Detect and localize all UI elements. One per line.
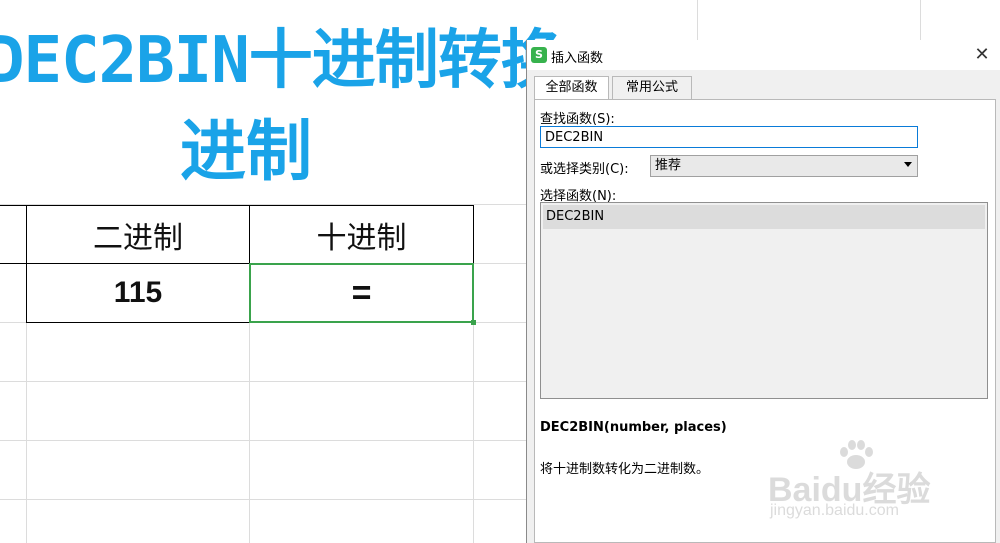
function-list[interactable]: DEC2BIN [540,202,988,399]
sheet-title-line1: DEC2BIN十进制转换 [0,24,565,98]
function-signature: DEC2BIN(number, places) [540,420,727,435]
function-description: 将十进制数转化为二进制数。 [540,462,710,477]
header-cell-decimal[interactable]: 十进制 [249,205,474,264]
tab-common-formulas[interactable]: 常用公式 [612,76,692,99]
sheet-title-line2: 进制 [180,113,312,190]
wps-spreadsheet-icon: S [531,47,547,63]
value-cell-binary[interactable]: 115 [26,263,250,323]
dropdown-arrow-icon [904,162,912,167]
close-button[interactable]: ✕ [971,44,993,66]
baidu-watermark: Baidu经验 jingyan.baidu.com [760,440,960,530]
tab-all-functions[interactable]: 全部函数 [534,76,609,100]
gridline [920,0,921,40]
header-cell-binary[interactable]: 二进制 [26,205,250,264]
dialog-titlebar[interactable]: S 插入函数 ✕ [527,40,1000,70]
search-input[interactable] [540,126,918,148]
list-item[interactable]: DEC2BIN [543,205,985,229]
active-cell-decimal[interactable]: = [249,263,474,323]
category-select-value: 推荐 [655,158,682,173]
gridline [697,0,698,40]
dialog-title: 插入函数 [551,51,604,66]
fill-handle[interactable] [471,320,476,325]
search-label: 查找函数(S): [540,112,615,127]
category-select[interactable]: 推荐 [650,155,918,177]
table-cell-empty[interactable] [0,205,27,264]
watermark-url: jingyan.baidu.com [770,502,899,519]
category-label: 或选择类别(C): [540,162,629,177]
